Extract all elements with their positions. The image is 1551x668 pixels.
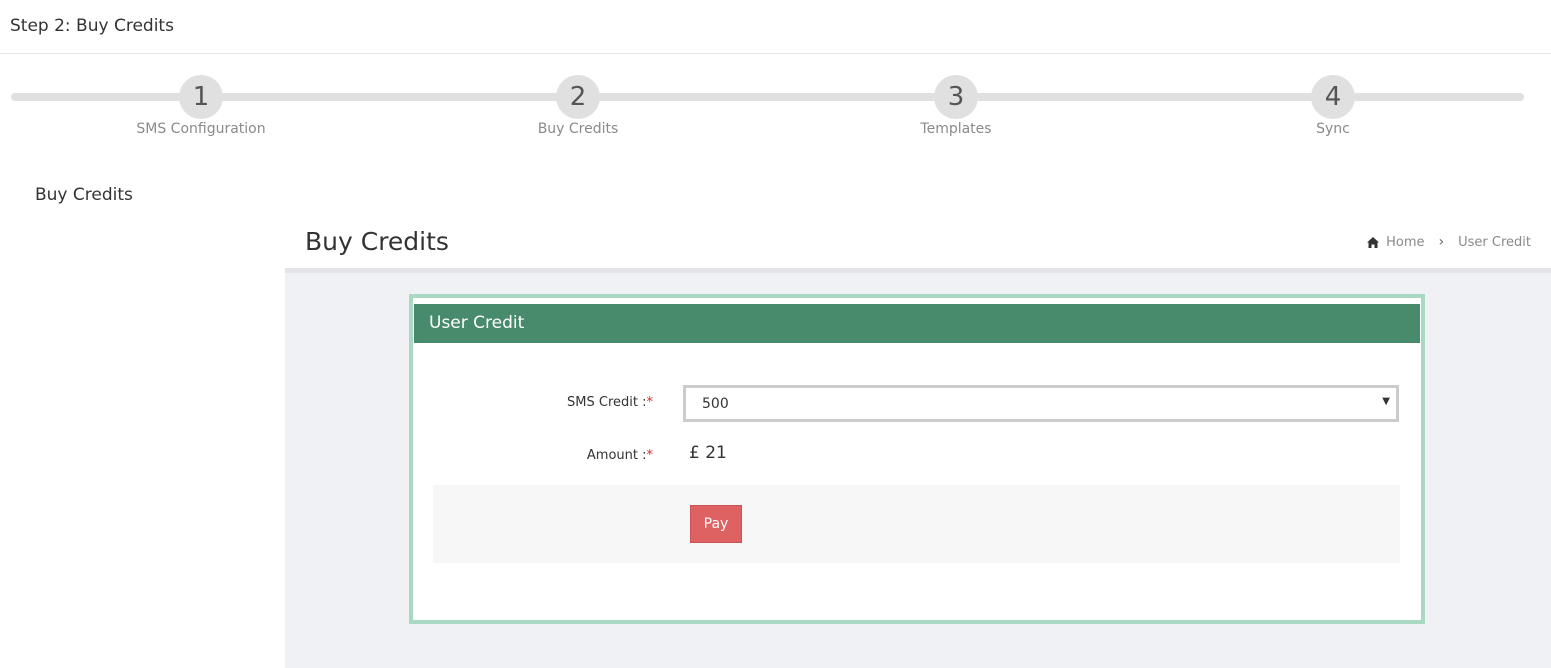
sms-credit-selected-value: 500 [702, 396, 729, 412]
panel-header: User Credit [414, 304, 1420, 343]
form-actions: Pay [433, 485, 1400, 563]
home-icon [1367, 236, 1380, 248]
wizard-step-number: 1 [179, 75, 223, 119]
content-area: Buy Credits Home › User Credit User Cred… [285, 216, 1551, 668]
wizard-step-templates[interactable]: 3 Templates [856, 75, 1056, 137]
wizard-step-number: 4 [1311, 75, 1355, 119]
breadcrumb-home-link[interactable]: Home [1386, 235, 1424, 250]
panel-title: User Credit [429, 313, 525, 333]
step-header: Step 2: Buy Credits [0, 0, 1551, 54]
sms-credit-label: SMS Credit :* [413, 395, 653, 410]
wizard-step-sync[interactable]: 4 Sync [1233, 75, 1433, 137]
page-header: Buy Credits Home › User Credit [285, 216, 1551, 273]
amount-value: £ 21 [689, 443, 727, 463]
wizard-step-number: 2 [556, 75, 600, 119]
wizard-step-buy-credits[interactable]: 2 Buy Credits [478, 75, 678, 137]
breadcrumb-current: User Credit [1458, 234, 1531, 250]
breadcrumb: Home › User Credit [1367, 234, 1531, 250]
wizard-progress: 1 SMS Configuration 2 Buy Credits 3 Temp… [0, 70, 1551, 150]
step-title: Step 2: Buy Credits [10, 16, 174, 36]
pay-button[interactable]: Pay [690, 505, 742, 543]
wizard-step-label: SMS Configuration [136, 121, 266, 137]
amount-label-text: Amount : [586, 448, 647, 463]
section-title: Buy Credits [35, 185, 133, 205]
breadcrumb-separator: › [1438, 234, 1445, 250]
dropdown-arrow-icon: ▼ [1382, 396, 1390, 407]
user-credit-panel: User Credit SMS Credit :* 500 ▼ Amount :… [409, 294, 1425, 624]
required-asterisk: * [646, 395, 654, 410]
wizard-step-label: Sync [1316, 121, 1350, 137]
wizard-step-sms-configuration[interactable]: 1 SMS Configuration [101, 75, 301, 137]
wizard-step-label: Templates [920, 121, 992, 137]
required-asterisk: * [646, 448, 654, 463]
amount-label: Amount :* [413, 448, 653, 463]
sms-credit-select[interactable]: 500 ▼ [683, 385, 1399, 422]
page-title: Buy Credits [305, 227, 449, 256]
wizard-step-number: 3 [934, 75, 978, 119]
sms-credit-label-text: SMS Credit : [567, 395, 647, 410]
wizard-step-label: Buy Credits [537, 121, 619, 137]
